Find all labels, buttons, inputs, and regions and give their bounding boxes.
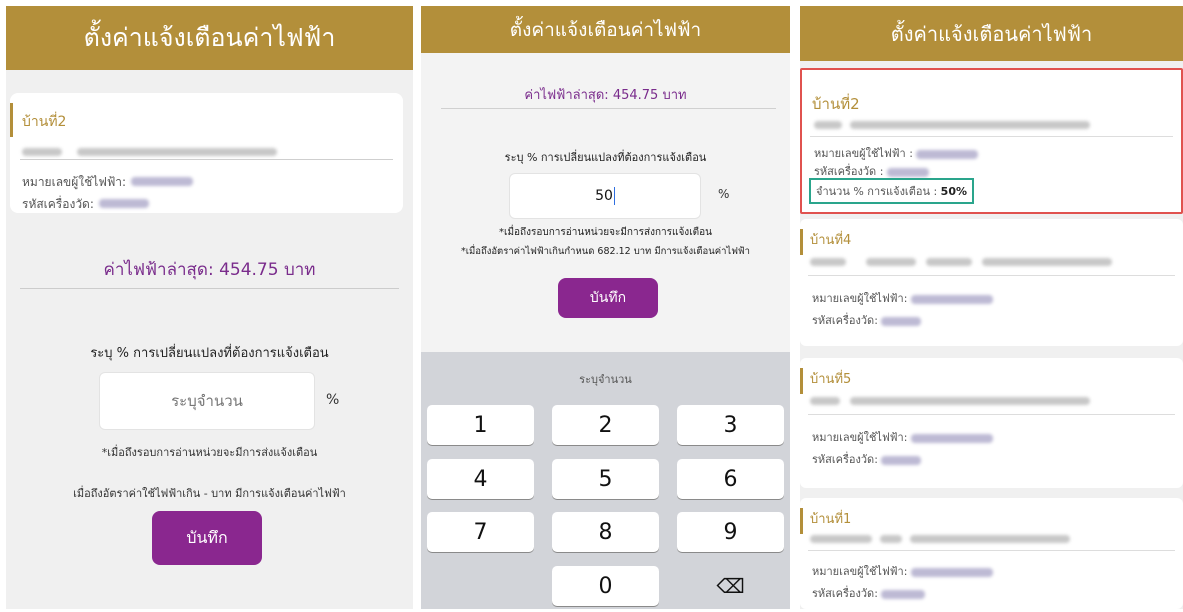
- key-blank: [427, 566, 534, 606]
- house-card[interactable]: บ้านที่4 หมายเลขผู้ใช้ไฟฟ้า: รหัสเครื่อง…: [800, 219, 1183, 346]
- screen-settings-input: ตั้งค่าแจ้งเตือนค่าไฟฟ้า ค่าไฟฟ้าล่าสุด:…: [421, 6, 790, 609]
- meter-code-label: รหัสเครื่องวัด :: [814, 165, 884, 178]
- meter-code-label: รหัสเครื่องวัด:: [812, 587, 878, 600]
- key-7[interactable]: 7: [427, 512, 534, 552]
- percent-input-value: 50: [595, 188, 613, 204]
- screen-settings-empty: ตั้งค่าแจ้งเตือนค่าไฟฟ้า บ้านที่2 หมายเล…: [6, 6, 413, 609]
- header-title: ตั้งค่าแจ้งเตือนค่าไฟฟ้า: [6, 6, 413, 70]
- note-threshold: *เมื่อถึงอัตราค่าไฟฟ้าเกินกำหนด 682.12 บ…: [460, 246, 750, 257]
- screen-house-list: ตั้งค่าแจ้งเตือนค่าไฟฟ้า บ้านที่2 หมายเล…: [800, 6, 1183, 609]
- house-address-redacted: [22, 141, 278, 160]
- note-threshold: เมื่อถึงอัตราค่าใช้ไฟฟ้าเกิน - บาท มีการ…: [73, 487, 346, 500]
- house-card-accent: [800, 229, 803, 255]
- house-address-redacted: [814, 118, 1090, 131]
- card-divider: [808, 414, 1175, 415]
- keypad-hint: ระบุจำนวน: [579, 373, 632, 386]
- header-title: ตั้งค่าแจ้งเตือนค่าไฟฟ้า: [800, 6, 1183, 61]
- key-1[interactable]: 1: [427, 405, 534, 445]
- key-5[interactable]: 5: [552, 459, 659, 499]
- key-3[interactable]: 3: [677, 405, 784, 445]
- key-6[interactable]: 6: [677, 459, 784, 499]
- key-8[interactable]: 8: [552, 512, 659, 552]
- text-cursor: [613, 187, 615, 205]
- note-reading-cycle: *เมื่อถึงรอบการอ่านหน่วยจะมีการส่งแจ้งเต…: [101, 446, 318, 459]
- meter-user-row: หมายเลขผู้ใช้ไฟฟ้า :: [814, 144, 979, 162]
- meter-code-row: รหัสเครื่องวัด:: [812, 584, 926, 602]
- house-card-divider: [20, 159, 393, 160]
- house-name: บ้านที่5: [810, 372, 852, 387]
- meter-code-label: รหัสเครื่องวัด:: [22, 197, 94, 211]
- key-4[interactable]: 4: [427, 459, 534, 499]
- house-name: บ้านที่1: [810, 512, 852, 527]
- percent-sign: %: [326, 392, 340, 408]
- divider: [441, 108, 776, 109]
- latest-bill: ค่าไฟฟ้าล่าสุด: 454.75 บาท: [524, 88, 687, 103]
- meter-user-label: หมายเลขผู้ใช้ไฟฟ้า:: [812, 292, 908, 305]
- meter-code-row: รหัสเครื่องวัด:: [22, 193, 149, 214]
- note-reading-cycle: *เมื่อถึงรอบการอ่านหน่วยจะมีการส่งการแจ้…: [499, 227, 712, 238]
- percent-input[interactable]: 50: [509, 173, 701, 219]
- house-card[interactable]: บ้านที่1 หมายเลขผู้ใช้ไฟฟ้า: รหัสเครื่อง…: [800, 498, 1183, 609]
- house-card-selected[interactable]: บ้านที่2 หมายเลขผู้ใช้ไฟฟ้า : รหัสเครื่อ…: [800, 68, 1183, 214]
- meter-user-label: หมายเลขผู้ใช้ไฟฟ้า:: [22, 175, 127, 189]
- header-title: ตั้งค่าแจ้งเตือนค่าไฟฟ้า: [421, 6, 790, 53]
- percent-input[interactable]: [99, 372, 315, 430]
- meter-user-value-redacted: [910, 567, 993, 577]
- meter-user-row: หมายเลขผู้ใช้ไฟฟ้า:: [812, 428, 993, 446]
- house-address-redacted: [810, 532, 1070, 545]
- meter-code-value-redacted: [886, 167, 929, 177]
- meter-code-value-redacted: [99, 199, 149, 208]
- key-9[interactable]: 9: [677, 512, 784, 552]
- meter-code-value-redacted: [881, 316, 922, 326]
- meter-code-label: รหัสเครื่องวัด:: [812, 314, 878, 327]
- save-button[interactable]: บันทึก: [558, 278, 658, 318]
- house-address-redacted: [810, 255, 1112, 268]
- house-card[interactable]: บ้านที่2 หมายเลขผู้ใช้ไฟฟ้า: รหัสเครื่อง…: [10, 93, 403, 213]
- meter-user-value-redacted: [916, 149, 979, 159]
- instruction-text: ระบุ % การเปลี่ยนแปลงที่ต้องการแจ้งเตือน: [504, 151, 707, 164]
- meter-code-value-redacted: [881, 589, 926, 599]
- instruction-text: ระบุ % การเปลี่ยนแปลงที่ต้องการแจ้งเตือน: [90, 346, 329, 361]
- alert-percent-label: จำนวน % การแจ้งเตือน :: [816, 185, 938, 198]
- card-divider: [808, 275, 1175, 276]
- save-button[interactable]: บันทึก: [152, 511, 262, 565]
- numeric-keypad: ระบุจำนวน 1 2 3 4 5 6 7 8 9 0 ⌫: [421, 352, 790, 609]
- meter-user-value-redacted: [131, 177, 194, 186]
- house-card-accent: [800, 368, 803, 394]
- key-0[interactable]: 0: [552, 566, 659, 606]
- backspace-icon[interactable]: ⌫: [677, 566, 784, 606]
- percent-sign: %: [718, 187, 730, 201]
- house-card[interactable]: บ้านที่5 หมายเลขผู้ใช้ไฟฟ้า: รหัสเครื่อง…: [800, 358, 1183, 488]
- key-2[interactable]: 2: [552, 405, 659, 445]
- house-name: บ้านที่2: [812, 95, 860, 113]
- meter-code-row: รหัสเครื่องวัด:: [812, 311, 922, 329]
- house-address-redacted: [810, 394, 1090, 407]
- meter-user-value-redacted: [910, 433, 993, 443]
- meter-code-label: รหัสเครื่องวัด:: [812, 453, 878, 466]
- meter-user-label: หมายเลขผู้ใช้ไฟฟ้า :: [814, 147, 913, 160]
- card-divider: [810, 136, 1173, 137]
- meter-user-row: หมายเลขผู้ใช้ไฟฟ้า:: [22, 171, 194, 192]
- meter-code-row: รหัสเครื่องวัด:: [812, 450, 922, 468]
- house-name: บ้านที่4: [810, 233, 852, 248]
- house-name: บ้านที่2: [22, 114, 67, 130]
- alert-percent-row: จำนวน % การแจ้งเตือน : 50%: [809, 178, 975, 204]
- house-card-accent: [800, 508, 803, 534]
- meter-user-label: หมายเลขผู้ใช้ไฟฟ้า:: [812, 431, 908, 444]
- divider: [20, 288, 399, 289]
- meter-user-row: หมายเลขผู้ใช้ไฟฟ้า:: [812, 562, 993, 580]
- house-card-accent: [10, 103, 13, 137]
- meter-user-row: หมายเลขผู้ใช้ไฟฟ้า:: [812, 289, 993, 307]
- meter-user-label: หมายเลขผู้ใช้ไฟฟ้า:: [812, 565, 908, 578]
- alert-percent-value: 50%: [940, 184, 968, 198]
- latest-bill: ค่าไฟฟ้าล่าสุด: 454.75 บาท: [103, 260, 316, 280]
- meter-code-value-redacted: [881, 455, 922, 465]
- card-divider: [808, 550, 1175, 551]
- meter-user-value-redacted: [910, 294, 993, 304]
